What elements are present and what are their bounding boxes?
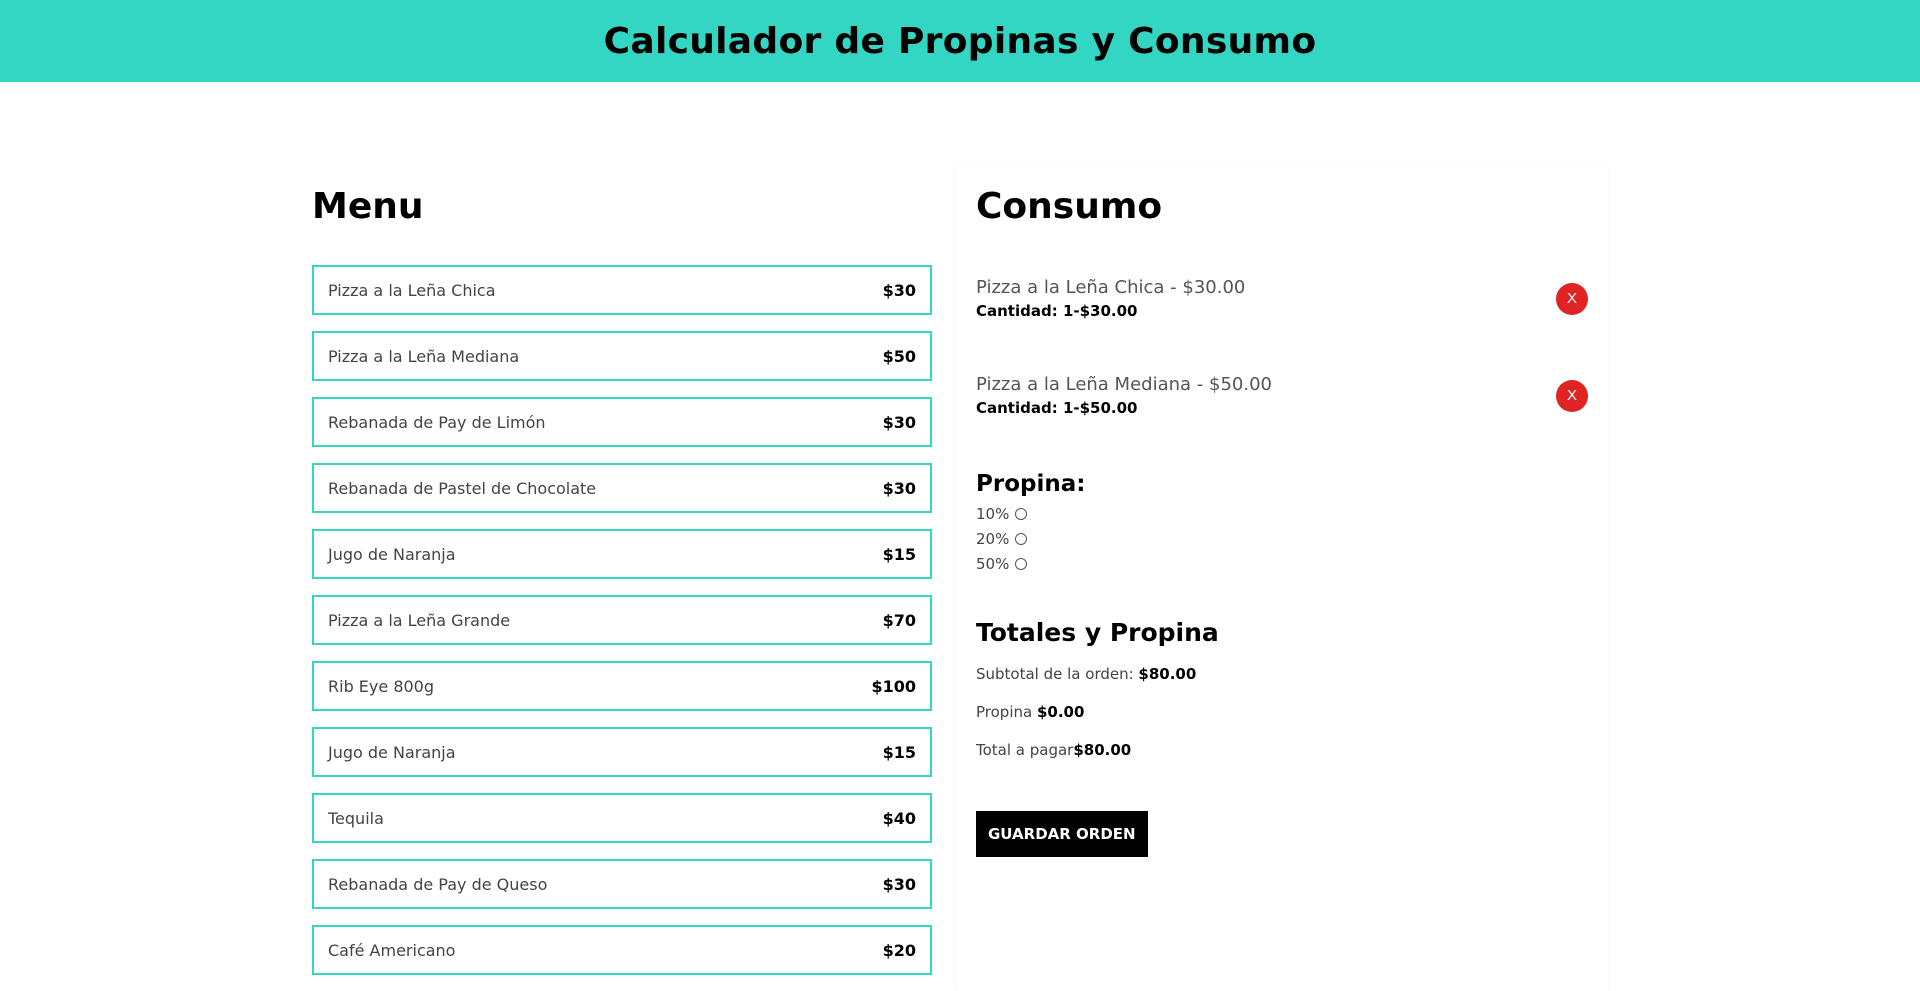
menu-item[interactable]: Jugo de Naranja $15 xyxy=(312,529,932,579)
save-order-button[interactable]: GUARDAR ORDEN xyxy=(976,811,1148,857)
menu-item-name: Rib Eye 800g xyxy=(328,676,435,696)
tip-option-50[interactable]: 50% xyxy=(976,551,1588,576)
menu-item[interactable]: Tequila $40 xyxy=(312,793,932,843)
tip-radio[interactable] xyxy=(1015,532,1028,545)
tip-option-label: 10% xyxy=(976,504,1010,523)
tip-title: Propina: xyxy=(976,471,1086,497)
order-item: Pizza a la Leña Chica - $30.00 Cantidad:… xyxy=(976,277,1588,320)
menu-item-name: Jugo de Naranja xyxy=(328,544,456,564)
order-item-info: Pizza a la Leña Chica - $30.00 Cantidad:… xyxy=(976,277,1245,320)
menu-item[interactable]: Pizza a la Leña Mediana $50 xyxy=(312,331,932,381)
tip-option-label: 50% xyxy=(976,554,1010,573)
subtotal-label: Subtotal de la orden: xyxy=(976,665,1139,683)
page-title: Calculador de Propinas y Consumo xyxy=(603,20,1317,62)
tip-radio[interactable] xyxy=(1015,557,1028,570)
menu-item-price: $30 xyxy=(882,874,916,894)
menu-title: Menu xyxy=(312,186,424,227)
menu-item-price: $100 xyxy=(871,676,916,696)
menu-list: Pizza a la Leña Chica $30 Pizza a la Leñ… xyxy=(312,265,932,975)
menu-item[interactable]: Rebanada de Pay de Queso $30 xyxy=(312,859,932,909)
menu-item[interactable]: Rebanada de Pastel de Chocolate $30 xyxy=(312,463,932,513)
order-item-info: Pizza a la Leña Mediana - $50.00 Cantida… xyxy=(976,374,1272,417)
total-line: Total a pagar$80.00 xyxy=(976,741,1588,759)
menu-item-price: $70 xyxy=(882,610,916,630)
menu-item-price: $15 xyxy=(882,742,916,762)
menu-item-price: $50 xyxy=(882,346,916,366)
menu-item-price: $40 xyxy=(882,808,916,828)
menu-item-name: Pizza a la Leña Mediana xyxy=(328,346,520,366)
tip-radio[interactable] xyxy=(1015,507,1028,520)
menu-item-name: Pizza a la Leña Chica xyxy=(328,280,496,300)
tip-option-20[interactable]: 20% xyxy=(976,526,1588,551)
order-item-label: Pizza a la Leña Chica - $30.00 xyxy=(976,277,1246,298)
app-header: Calculador de Propinas y Consumo xyxy=(0,0,1920,82)
menu-item-price: $15 xyxy=(882,544,916,564)
remove-item-button[interactable]: X xyxy=(1556,282,1588,315)
totals-section: Totales y Propina Subtotal de la orden: … xyxy=(976,618,1588,759)
menu-item[interactable]: Jugo de Naranja $15 xyxy=(312,727,932,777)
menu-item-price: $30 xyxy=(882,280,916,300)
subtotal-value: $80.00 xyxy=(1138,665,1197,683)
tip-section: Propina: 10% 20% 50% xyxy=(976,471,1588,576)
tip-amount-label: Propina xyxy=(976,703,1037,721)
menu-item[interactable]: Pizza a la Leña Grande $70 xyxy=(312,595,932,645)
menu-item[interactable]: Rebanada de Pay de Limón $30 xyxy=(312,397,932,447)
consumo-title: Consumo xyxy=(976,186,1163,227)
order-item-quantity: Cantidad: 1-$50.00 xyxy=(976,399,1138,417)
tip-option-10[interactable]: 10% xyxy=(976,501,1588,526)
main-content: Menu Pizza a la Leña Chica $30 Pizza a l… xyxy=(312,82,1608,991)
totals-title: Totales y Propina xyxy=(976,618,1219,647)
menu-item-name: Pizza a la Leña Grande xyxy=(328,610,511,630)
tip-option-label: 20% xyxy=(976,529,1010,548)
order-item: Pizza a la Leña Mediana - $50.00 Cantida… xyxy=(976,374,1588,417)
total-label: Total a pagar xyxy=(976,741,1074,759)
menu-item-name: Rebanada de Pay de Queso xyxy=(328,874,548,894)
menu-item-name: Tequila xyxy=(328,808,384,828)
total-value: $80.00 xyxy=(1073,741,1132,759)
menu-item[interactable]: Café Americano $20 xyxy=(312,925,932,975)
order-item-label: Pizza a la Leña Mediana - $50.00 xyxy=(976,374,1272,395)
remove-item-button[interactable]: X xyxy=(1556,379,1588,412)
menu-section: Menu Pizza a la Leña Chica $30 Pizza a l… xyxy=(312,164,932,991)
tip-amount-line: Propina $0.00 xyxy=(976,703,1588,721)
menu-item-name: Rebanada de Pastel de Chocolate xyxy=(328,478,597,498)
menu-item-price: $30 xyxy=(882,478,916,498)
menu-item[interactable]: Pizza a la Leña Chica $30 xyxy=(312,265,932,315)
menu-item[interactable]: Rib Eye 800g $100 xyxy=(312,661,932,711)
menu-item-price: $30 xyxy=(882,412,916,432)
tip-amount-value: $0.00 xyxy=(1036,703,1085,721)
menu-item-name: Rebanada de Pay de Limón xyxy=(328,412,546,432)
menu-item-name: Jugo de Naranja xyxy=(328,742,456,762)
subtotal-line: Subtotal de la orden: $80.00 xyxy=(976,665,1588,683)
consumo-section: Consumo Pizza a la Leña Chica - $30.00 C… xyxy=(956,164,1608,991)
order-item-quantity: Cantidad: 1-$30.00 xyxy=(976,302,1138,320)
